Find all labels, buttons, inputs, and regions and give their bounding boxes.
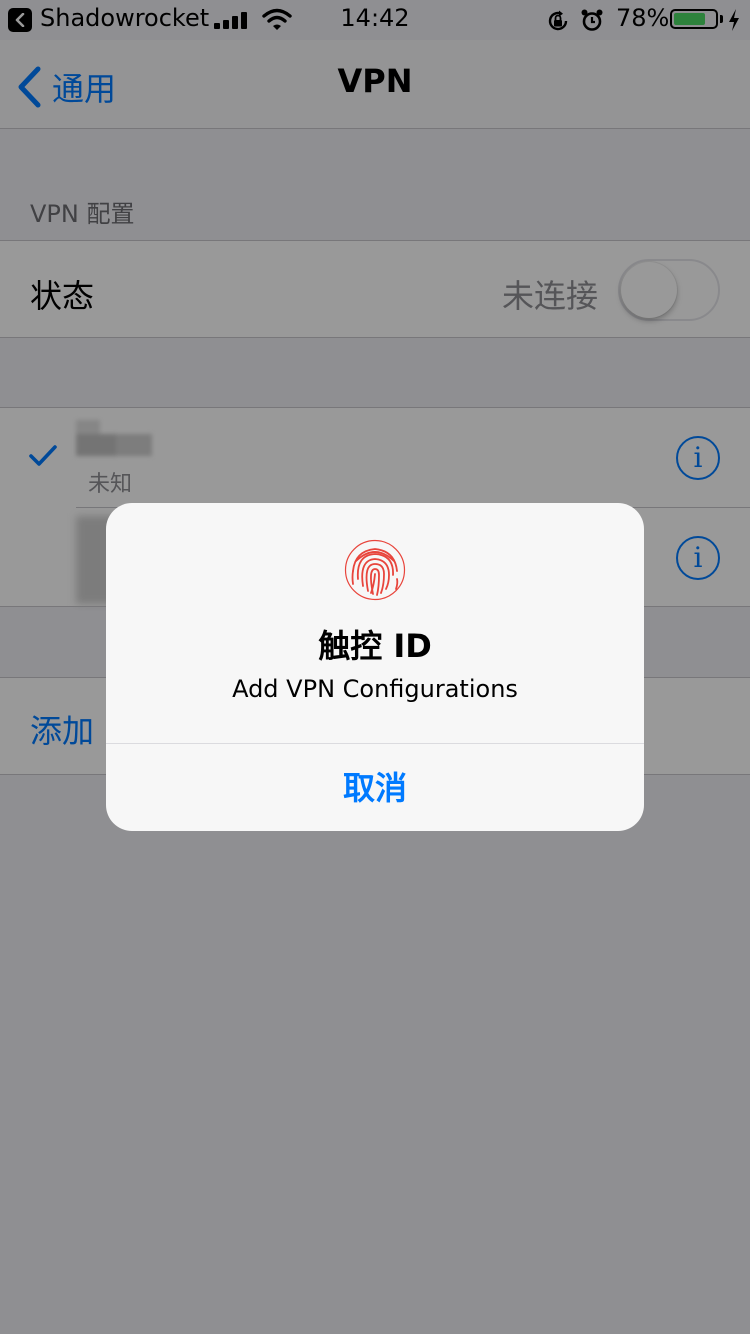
- fingerprint-icon: [344, 539, 406, 601]
- alert-title: 触控 ID: [318, 627, 432, 665]
- touch-id-alert: 触控 ID Add VPN Configurations 取消: [106, 503, 644, 831]
- alert-message: Add VPN Configurations: [232, 675, 518, 703]
- cancel-button[interactable]: 取消: [106, 744, 644, 831]
